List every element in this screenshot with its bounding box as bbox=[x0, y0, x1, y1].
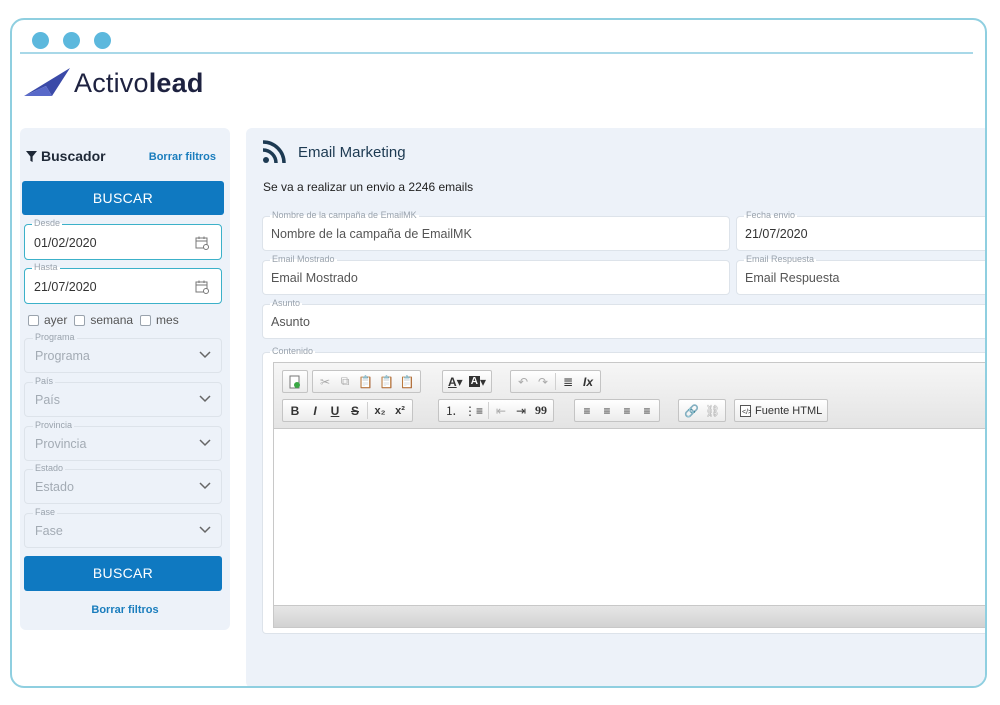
new-page-icon[interactable] bbox=[285, 372, 305, 391]
clear-filters-link-bottom[interactable]: Borrar filtros bbox=[20, 604, 230, 616]
recipients-info: Se va a realizar un envio a 2246 emails bbox=[263, 180, 474, 194]
toolbar-group-basicstyles: B I U S x₂ x² bbox=[282, 399, 413, 422]
chevron-down-icon bbox=[199, 482, 211, 490]
window-dot-3[interactable] bbox=[94, 32, 111, 49]
content-field: Contenido ✂ ⧉ 📋 📋 📋 A ▾ A ▾ ↶ ↷ ≣ Ix B I… bbox=[262, 346, 985, 634]
text-color-icon[interactable]: A ▾ bbox=[445, 372, 466, 391]
clear-filters-link-top[interactable]: Borrar filtros bbox=[149, 151, 216, 163]
select-pais[interactable]: País País bbox=[24, 376, 222, 417]
editor-toolbar: ✂ ⧉ 📋 📋 📋 A ▾ A ▾ ↶ ↷ ≣ Ix B I U S x₂ x²… bbox=[274, 363, 985, 429]
italic-button[interactable]: I bbox=[305, 401, 325, 420]
align-left-icon[interactable]: ≡ bbox=[577, 401, 597, 420]
checkbox-mes[interactable]: mes bbox=[140, 313, 179, 327]
chevron-down-icon bbox=[199, 395, 211, 403]
chevron-down-icon bbox=[199, 351, 211, 359]
checkbox-semana[interactable]: semana bbox=[74, 313, 133, 327]
bulleted-list-icon[interactable]: ⋮≡ bbox=[461, 401, 486, 420]
superscript-button[interactable]: x² bbox=[390, 401, 410, 420]
search-sidebar: Buscador Borrar filtros BUSCAR Desde 01/… bbox=[20, 128, 230, 630]
rss-icon bbox=[262, 140, 286, 164]
chevron-down-icon bbox=[199, 526, 211, 534]
undo-icon[interactable]: ↶ bbox=[513, 372, 533, 391]
window-dot-2[interactable] bbox=[63, 32, 80, 49]
copy-icon[interactable]: ⧉ bbox=[335, 372, 355, 391]
select-estado[interactable]: Estado Estado bbox=[24, 463, 222, 504]
logo-arrow-icon bbox=[24, 68, 70, 96]
panel-header: Email Marketing bbox=[262, 140, 406, 164]
toolbar-group-links: 🔗 ⛓ bbox=[678, 399, 727, 422]
campaign-name-input[interactable]: Nombre de la campaña de EmailMK Nombre d… bbox=[262, 210, 730, 251]
svg-text:</>: </> bbox=[742, 409, 751, 416]
rich-text-editor: ✂ ⧉ 📋 📋 📋 A ▾ A ▾ ↶ ↷ ≣ Ix B I U S x₂ x²… bbox=[273, 362, 985, 628]
email-marketing-panel: Email Marketing Se va a realizar un envi… bbox=[246, 128, 985, 686]
search-button-bottom[interactable]: BUSCAR bbox=[24, 556, 222, 591]
link-icon[interactable]: 🔗 bbox=[681, 401, 702, 420]
shown-email-input[interactable]: Email Mostrado Email Mostrado bbox=[262, 254, 730, 295]
toolbar-group-colors: A ▾ A ▾ bbox=[442, 370, 492, 393]
toolbar-group-align: ≡ ≡ ≡ ≡ bbox=[574, 399, 660, 422]
align-right-icon[interactable]: ≡ bbox=[617, 401, 637, 420]
quick-range-checkboxes: ayer semana mes bbox=[28, 313, 186, 327]
filter-icon bbox=[26, 150, 37, 162]
reply-email-input[interactable]: Email Respuesta Email Respuesta bbox=[736, 254, 985, 295]
align-center-icon[interactable]: ≡ bbox=[597, 401, 617, 420]
calendar-icon[interactable] bbox=[195, 236, 209, 250]
blockquote-icon[interactable]: 99 bbox=[531, 401, 551, 420]
logo: Activolead bbox=[22, 66, 204, 100]
cut-icon[interactable]: ✂ bbox=[315, 372, 335, 391]
toolbar-group-document bbox=[282, 370, 308, 393]
remove-block-icon[interactable]: ≣ bbox=[558, 372, 578, 391]
date-to-field[interactable]: Hasta 21/07/2020 bbox=[24, 262, 222, 304]
underline-button[interactable]: U bbox=[325, 401, 345, 420]
page-title: Email Marketing bbox=[298, 143, 406, 161]
browser-frame: Activolead Buscador Borrar filtros BUSCA… bbox=[10, 18, 987, 688]
redo-icon[interactable]: ↷ bbox=[533, 372, 553, 391]
date-to-value: 21/07/2020 bbox=[34, 280, 97, 294]
toolbar-group-clipboard: ✂ ⧉ 📋 📋 📋 bbox=[312, 370, 421, 393]
unlink-icon[interactable]: ⛓ bbox=[702, 401, 723, 420]
select-provincia[interactable]: Provincia Provincia bbox=[24, 420, 222, 461]
send-date-input[interactable]: Fecha envio 21/07/2020 bbox=[736, 210, 985, 251]
date-from-label: Desde bbox=[32, 218, 63, 228]
title-bar-divider bbox=[20, 52, 973, 54]
date-from-value: 01/02/2020 bbox=[34, 236, 97, 250]
logo-text: Activolead bbox=[74, 67, 204, 98]
paste-text-icon[interactable]: 📋 bbox=[376, 372, 397, 391]
toolbar-group-history: ↶ ↷ ≣ Ix bbox=[510, 370, 601, 393]
search-button-top[interactable]: BUSCAR bbox=[22, 181, 224, 215]
strike-button[interactable]: S bbox=[345, 401, 365, 420]
checkbox-ayer[interactable]: ayer bbox=[28, 313, 67, 327]
chevron-down-icon bbox=[199, 439, 211, 447]
date-from-field[interactable]: Desde 01/02/2020 bbox=[24, 218, 222, 260]
window-dot-1[interactable] bbox=[32, 32, 49, 49]
select-fase[interactable]: Fase Fase bbox=[24, 507, 222, 548]
bg-color-icon[interactable]: A ▾ bbox=[466, 372, 489, 391]
outdent-icon[interactable]: ⇤ bbox=[491, 401, 511, 420]
sidebar-title: Buscador bbox=[41, 148, 106, 164]
paste-word-icon[interactable]: 📋 bbox=[397, 372, 418, 391]
source-html-button[interactable]: </> Fuente HTML bbox=[737, 401, 825, 420]
toolbar-group-source: </> Fuente HTML bbox=[734, 399, 829, 422]
align-justify-icon[interactable]: ≡ bbox=[637, 401, 657, 420]
calendar-icon[interactable] bbox=[195, 280, 209, 294]
sidebar-header: Buscador bbox=[26, 148, 106, 164]
paste-icon[interactable]: 📋 bbox=[355, 372, 376, 391]
remove-format-icon[interactable]: Ix bbox=[578, 372, 598, 391]
numbered-list-icon[interactable]: ⒈ bbox=[441, 401, 461, 420]
date-to-label: Hasta bbox=[32, 262, 60, 272]
indent-icon[interactable]: ⇥ bbox=[511, 401, 531, 420]
source-icon: </> bbox=[740, 404, 751, 417]
subject-input[interactable]: Asunto Asunto bbox=[262, 298, 985, 339]
editor-status-bar bbox=[274, 605, 985, 627]
subscript-button[interactable]: x₂ bbox=[370, 401, 390, 420]
bold-button[interactable]: B bbox=[285, 401, 305, 420]
window-controls bbox=[32, 32, 111, 49]
toolbar-group-lists: ⒈ ⋮≡ ⇤ ⇥ 99 bbox=[438, 399, 555, 422]
select-programa[interactable]: Programa Programa bbox=[24, 332, 222, 373]
